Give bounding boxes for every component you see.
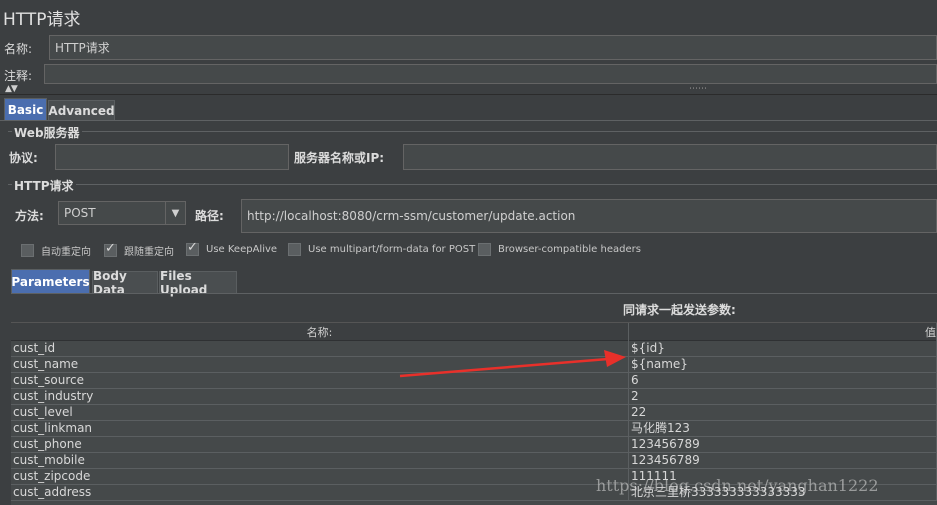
annotation-arrow <box>399 350 626 378</box>
watermark: https://blog.csdn.net/yanghan1222 <box>596 476 879 495</box>
arrow-head <box>604 350 626 367</box>
arrow-shaft <box>399 357 609 378</box>
